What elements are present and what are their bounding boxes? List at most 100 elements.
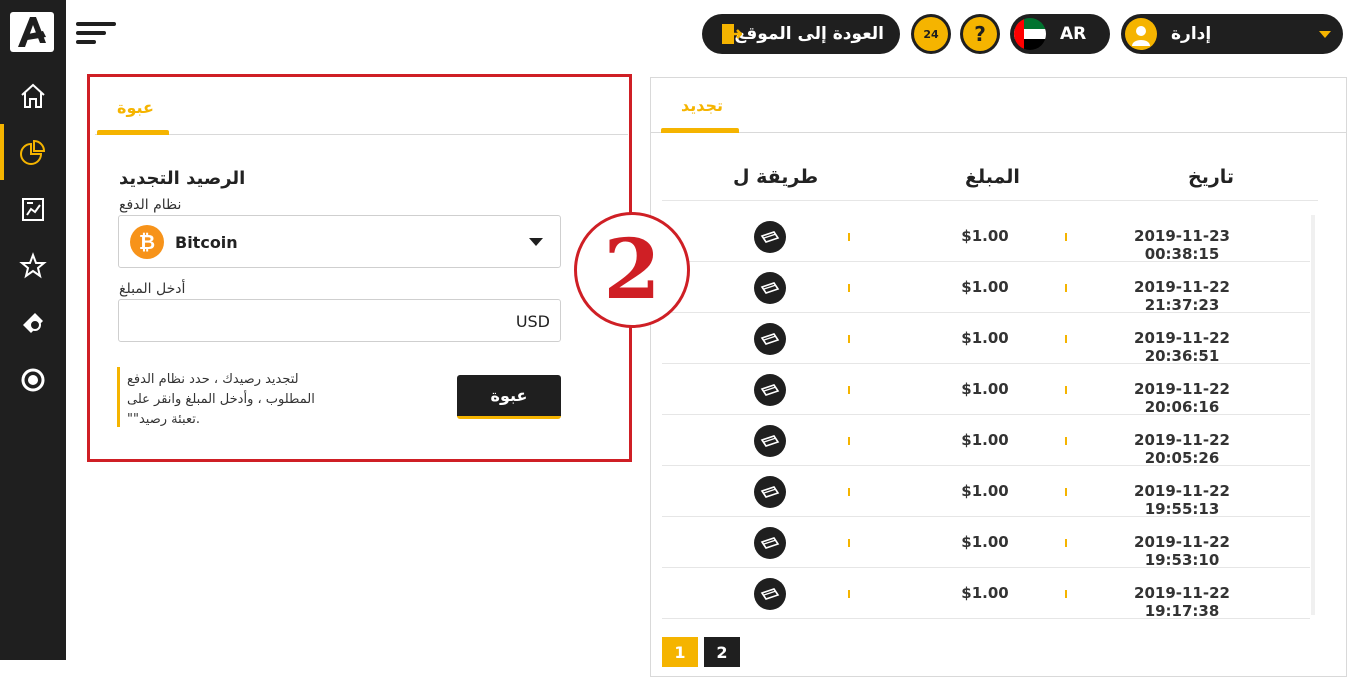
column-header-method: طريقة ل bbox=[733, 166, 819, 188]
history-tab-header: تجديد bbox=[651, 78, 1346, 133]
row-amount: $1.00 bbox=[961, 584, 1009, 602]
cell-separator bbox=[1065, 437, 1067, 445]
card-payment-icon bbox=[754, 425, 786, 457]
report-icon bbox=[22, 198, 44, 221]
row-amount: $1.00 bbox=[961, 482, 1009, 500]
back-to-site-label: العودة إلى الموقع bbox=[734, 24, 884, 44]
sidebar-item-reports[interactable] bbox=[0, 181, 66, 237]
sidebar-item-exchange[interactable] bbox=[0, 352, 66, 408]
header-divider bbox=[662, 200, 1318, 201]
cell-separator bbox=[1065, 233, 1067, 241]
logo-icon bbox=[18, 17, 46, 47]
exit-door-icon bbox=[720, 22, 743, 51]
sidebar bbox=[0, 0, 66, 660]
table-row: 2019-11-22 20:06:16 $1.00 bbox=[662, 364, 1310, 416]
table-row: 2019-11-22 19:55:13 $1.00 bbox=[662, 466, 1310, 518]
avatar bbox=[1125, 18, 1157, 50]
page-number: 1 bbox=[674, 643, 686, 662]
cell-separator bbox=[1065, 590, 1067, 598]
user-menu-label: إدارة bbox=[1171, 24, 1212, 44]
row-date: 2019-11-23 00:38:15 bbox=[1134, 227, 1230, 263]
table-row: 2019-11-22 19:17:38 $1.00 bbox=[662, 568, 1310, 620]
column-header-date: تاريخ bbox=[1188, 166, 1235, 188]
pie-chart-icon bbox=[20, 139, 46, 165]
annotation-step-badge: 2 bbox=[574, 212, 690, 328]
support-24-icon: 24 bbox=[914, 17, 948, 51]
row-amount: $1.00 bbox=[961, 278, 1009, 296]
row-date: 2019-11-22 21:37:23 bbox=[1134, 278, 1230, 314]
active-tab-indicator bbox=[661, 128, 739, 133]
sidebar-item-bills[interactable] bbox=[0, 295, 66, 351]
language-label: AR bbox=[1060, 24, 1087, 44]
uae-flag-icon bbox=[1014, 18, 1046, 50]
hamburger-line bbox=[76, 31, 106, 35]
table-scrollbar[interactable] bbox=[1311, 215, 1315, 615]
bill-icon bbox=[23, 313, 43, 333]
language-switcher[interactable]: AR bbox=[1010, 14, 1110, 54]
table-row: 2019-11-22 20:36:51 $1.00 bbox=[662, 313, 1310, 365]
cell-separator bbox=[848, 437, 850, 445]
page-number: 2 bbox=[716, 643, 728, 662]
sidebar-item-stats[interactable] bbox=[0, 124, 66, 180]
cell-separator bbox=[1065, 335, 1067, 343]
home-icon bbox=[21, 83, 45, 108]
card-payment-icon bbox=[754, 578, 786, 610]
cell-separator bbox=[848, 590, 850, 598]
cell-separator bbox=[1065, 386, 1067, 394]
hamburger-line bbox=[76, 40, 96, 44]
help-label: ? bbox=[974, 22, 986, 46]
refresh-dollar-icon bbox=[21, 368, 45, 392]
tab-history[interactable]: تجديد bbox=[681, 96, 723, 115]
cell-separator bbox=[848, 233, 850, 241]
cell-separator bbox=[1065, 284, 1067, 292]
row-date: 2019-11-22 19:53:10 bbox=[1134, 533, 1230, 569]
user-icon bbox=[1132, 26, 1150, 46]
row-date: 2019-11-22 20:06:16 bbox=[1134, 380, 1230, 416]
card-payment-icon bbox=[754, 272, 786, 304]
logo[interactable] bbox=[10, 12, 54, 52]
support-24-label: 24 bbox=[923, 27, 939, 41]
card-payment-icon bbox=[754, 323, 786, 355]
row-date: 2019-11-22 19:17:38 bbox=[1134, 584, 1230, 620]
user-menu[interactable]: إدارة bbox=[1121, 14, 1343, 54]
table-row: 2019-11-22 21:37:23 $1.00 bbox=[662, 262, 1310, 314]
cell-separator bbox=[1065, 539, 1067, 547]
card-payment-icon bbox=[754, 476, 786, 508]
column-header-amount: المبلغ bbox=[965, 166, 1020, 188]
cell-separator bbox=[848, 539, 850, 547]
support-24-button[interactable]: 24 bbox=[911, 14, 951, 54]
row-amount: $1.00 bbox=[961, 380, 1009, 398]
cell-separator bbox=[848, 488, 850, 496]
chevron-down-icon bbox=[1319, 31, 1331, 38]
topbar: العودة إلى الموقع 24 ? AR إدارة bbox=[66, 0, 1366, 68]
card-payment-icon bbox=[754, 221, 786, 253]
annotation-highlight-frame bbox=[87, 74, 632, 462]
row-date: 2019-11-22 20:36:51 bbox=[1134, 329, 1230, 365]
cell-separator bbox=[1065, 488, 1067, 496]
cell-separator bbox=[848, 386, 850, 394]
help-button[interactable]: ? bbox=[960, 14, 1000, 54]
cell-separator bbox=[848, 335, 850, 343]
row-amount: $1.00 bbox=[961, 533, 1009, 551]
table-row: 2019-11-22 20:05:26 $1.00 bbox=[662, 415, 1310, 467]
table-row: 2019-11-23 00:38:15 $1.00 bbox=[662, 211, 1310, 263]
help-icon: ? bbox=[963, 17, 997, 51]
card-payment-icon bbox=[754, 374, 786, 406]
row-date: 2019-11-22 19:55:13 bbox=[1134, 482, 1230, 518]
table-row: 2019-11-22 19:53:10 $1.00 bbox=[662, 517, 1310, 569]
back-to-site-button[interactable]: العودة إلى الموقع bbox=[702, 14, 900, 54]
sidebar-item-favorites[interactable] bbox=[0, 238, 66, 294]
page-button-2[interactable]: 2 bbox=[704, 637, 740, 667]
row-amount: $1.00 bbox=[961, 227, 1009, 245]
card-payment-icon bbox=[754, 527, 786, 559]
annotation-step-number: 2 bbox=[603, 222, 661, 318]
row-amount: $1.00 bbox=[961, 431, 1009, 449]
page-button-1[interactable]: 1 bbox=[662, 637, 698, 667]
cell-separator bbox=[848, 284, 850, 292]
row-date: 2019-11-22 20:05:26 bbox=[1134, 431, 1230, 467]
row-amount: $1.00 bbox=[961, 329, 1009, 347]
menu-toggle[interactable] bbox=[76, 22, 118, 46]
sidebar-item-home[interactable] bbox=[0, 68, 66, 124]
star-icon bbox=[19, 252, 47, 279]
hamburger-line bbox=[76, 22, 116, 26]
